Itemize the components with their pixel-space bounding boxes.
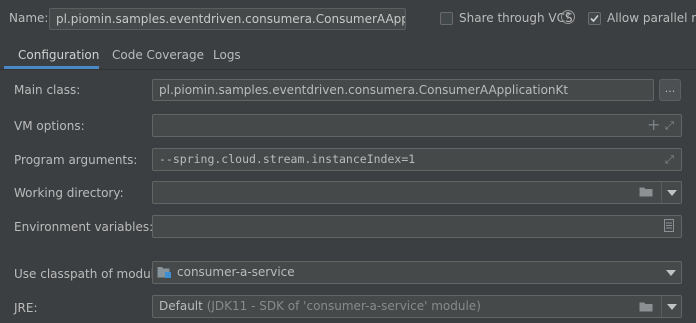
add-icon[interactable]: + — [647, 117, 660, 133]
program-arguments-label: Program arguments: — [14, 153, 138, 167]
jre-detail-value: (JDK11 - SDK of 'consumer-a-service' mod… — [206, 299, 481, 313]
jre-label: JRE: — [14, 301, 38, 315]
tab-divider — [0, 69, 696, 70]
classpath-module-label: Use classpath of module: — [14, 267, 166, 281]
classpath-module-select[interactable]: consumer-a-service — [152, 261, 682, 284]
tab-code-coverage[interactable]: Code Coverage — [112, 44, 204, 66]
module-folder-icon — [157, 267, 171, 278]
folder-icon[interactable] — [639, 301, 653, 312]
vm-options-label: VM options: — [14, 119, 85, 133]
checkmark-icon — [590, 14, 599, 23]
tab-configuration[interactable]: Configuration — [18, 44, 99, 66]
expand-icon[interactable]: ⤢ — [665, 153, 674, 167]
share-vcs-label: Share through VCS — [459, 11, 573, 25]
jre-dropdown-button[interactable] — [661, 296, 681, 317]
tab-logs[interactable]: Logs — [213, 44, 241, 66]
name-input[interactable]: pl.piomin.samples.eventdriven.consumera.… — [49, 8, 406, 30]
classpath-module-value: consumer-a-service — [177, 265, 295, 279]
allow-parallel-checkbox[interactable] — [588, 12, 601, 25]
share-vcs-checkbox[interactable] — [440, 12, 453, 25]
help-icon[interactable]: ? — [561, 10, 575, 24]
working-directory-input[interactable] — [152, 181, 682, 204]
working-directory-dropdown-button[interactable] — [661, 182, 681, 203]
environment-variables-label: Environment variables: — [14, 220, 154, 234]
chevron-down-icon — [667, 304, 677, 310]
browse-main-class-button[interactable]: ... — [659, 79, 681, 101]
vm-options-input[interactable] — [152, 114, 682, 137]
chevron-down-icon — [667, 190, 677, 196]
allow-parallel-label: Allow parallel run — [607, 11, 696, 25]
document-icon[interactable] — [664, 219, 674, 232]
folder-icon[interactable] — [639, 186, 653, 197]
main-class-label: Main class: — [14, 83, 81, 97]
working-directory-label: Working directory: — [14, 186, 124, 200]
jre-select[interactable]: Default (JDK11 - SDK of 'consumer-a-serv… — [152, 295, 682, 318]
environment-variables-input[interactable] — [152, 215, 682, 238]
chevron-down-icon[interactable] — [666, 270, 676, 276]
expand-icon[interactable]: ⤢ — [665, 119, 674, 133]
jre-default-value: Default — [159, 299, 203, 313]
program-arguments-input[interactable]: --spring.cloud.stream.instanceIndex=1 — [152, 148, 682, 171]
name-label: Name: — [9, 11, 49, 25]
main-class-input[interactable]: pl.piomin.samples.eventdriven.consumera.… — [152, 79, 654, 101]
